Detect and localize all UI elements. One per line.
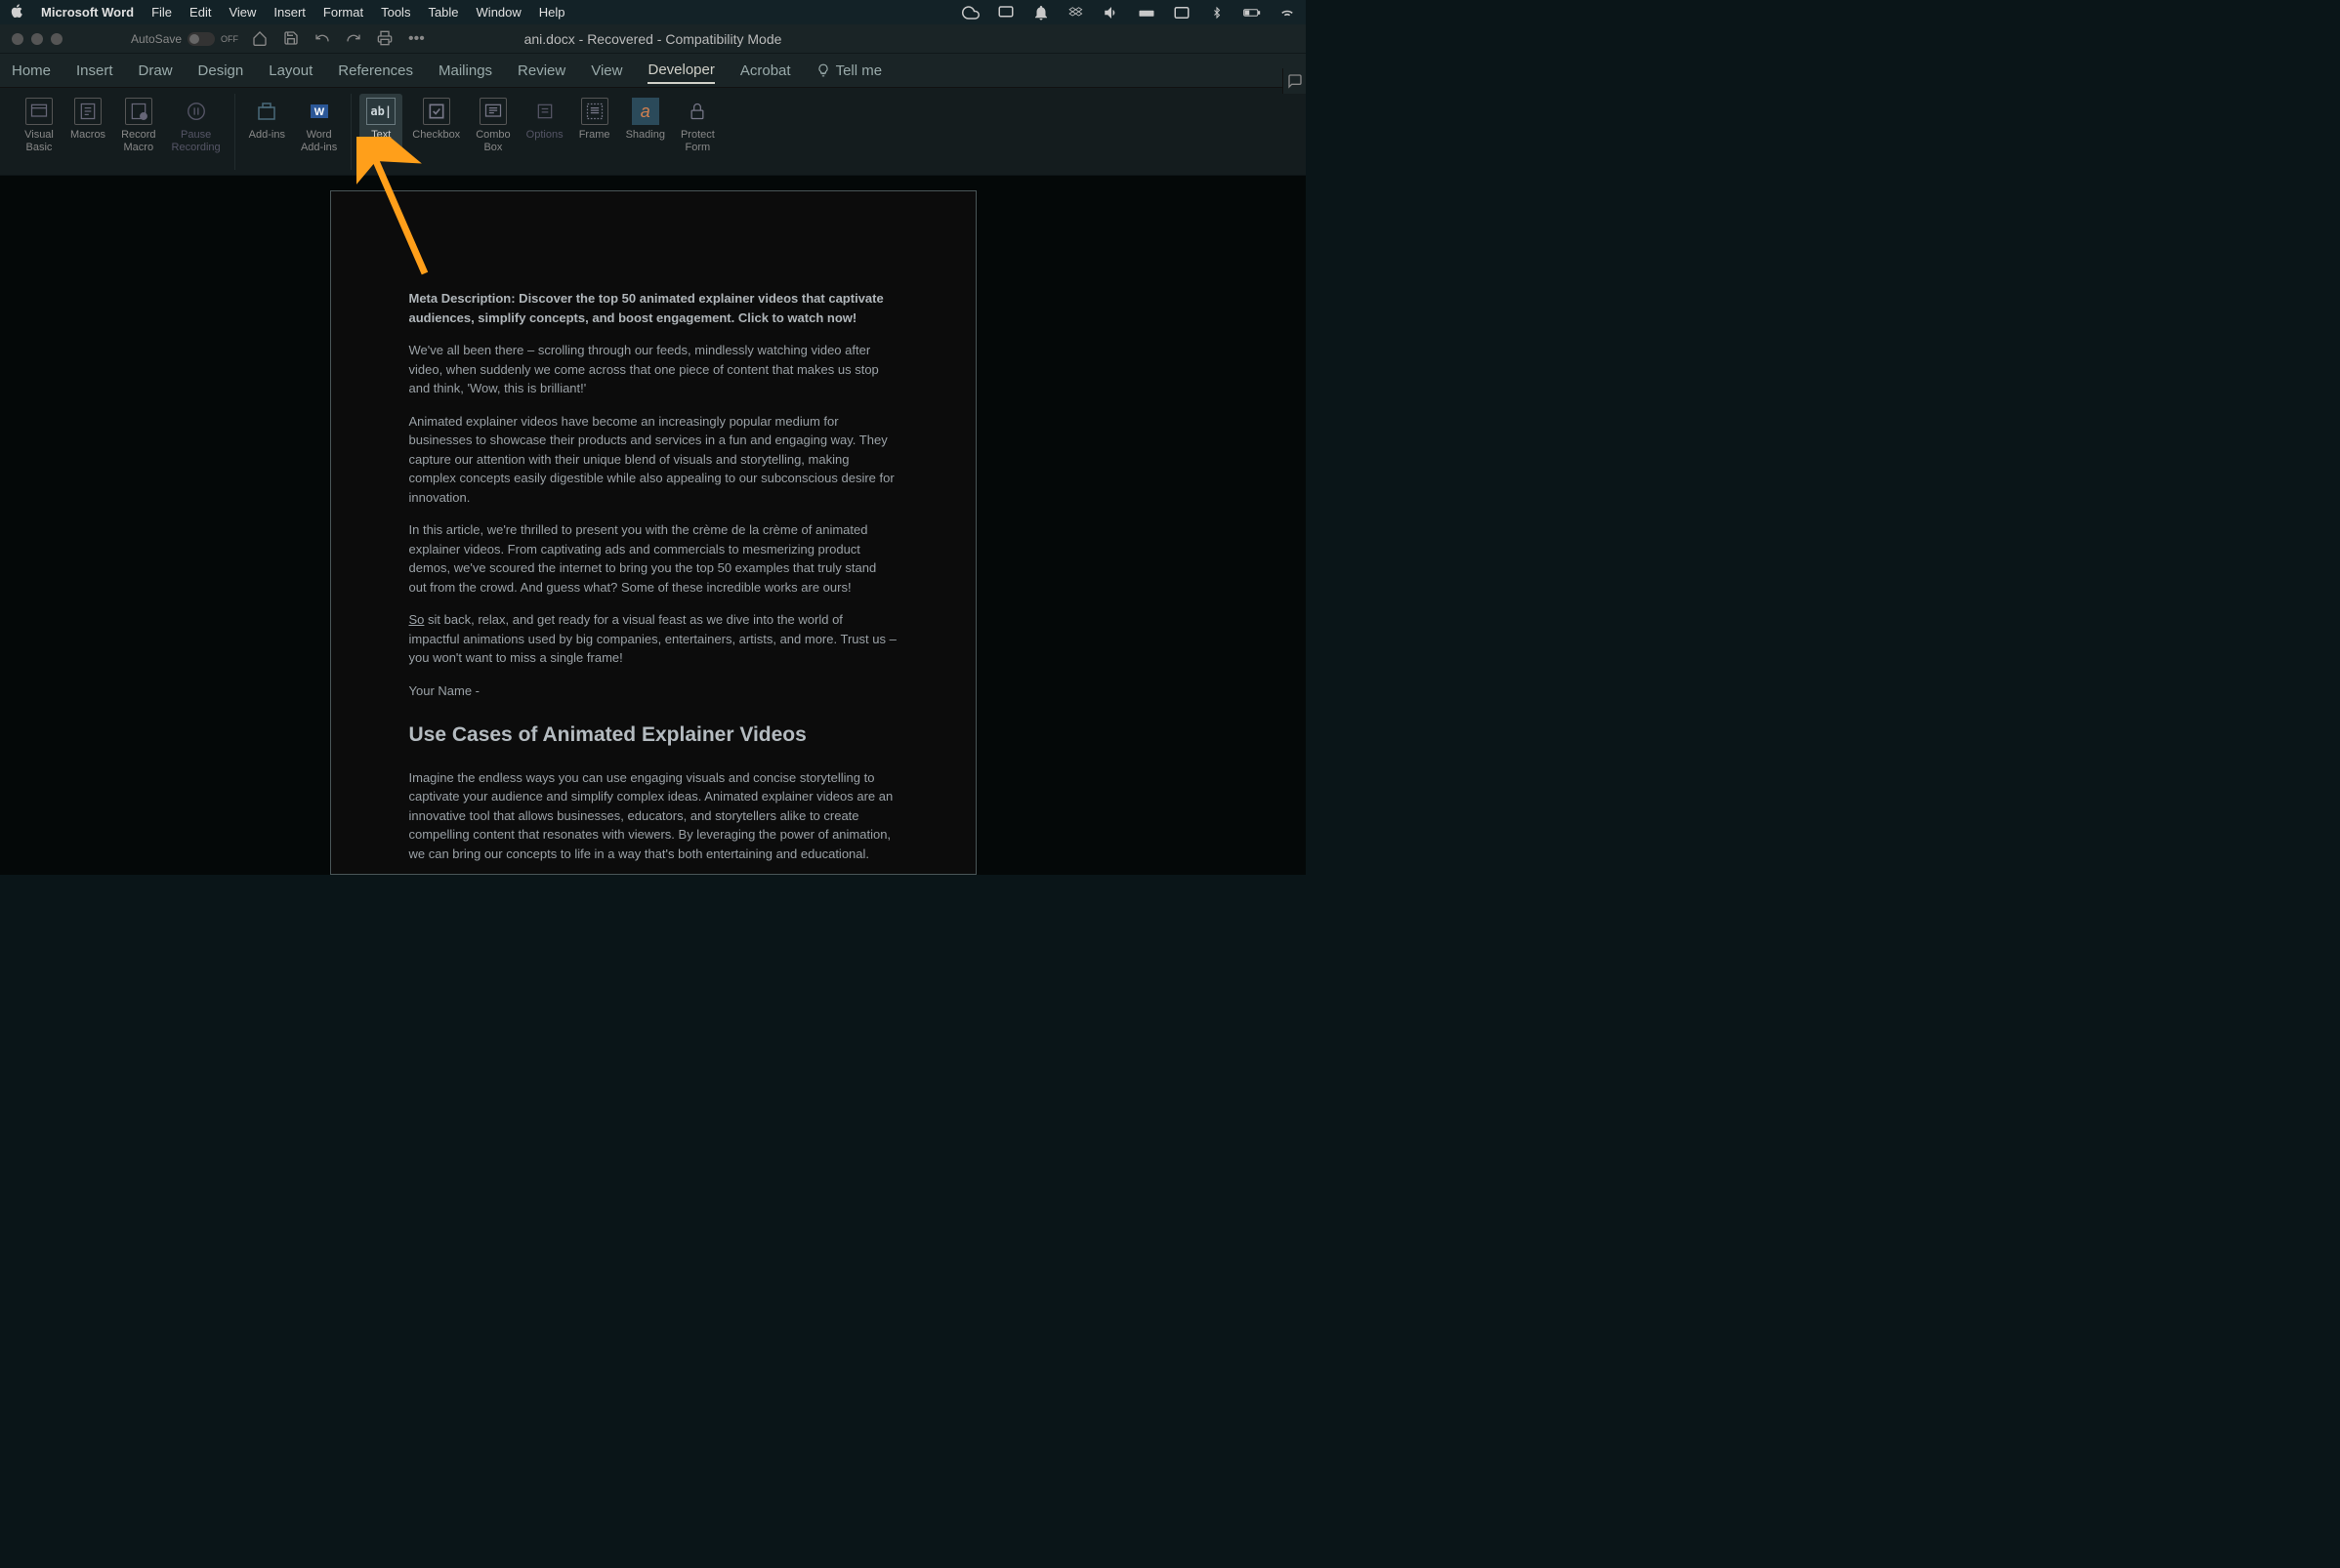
tab-acrobat[interactable]: Acrobat xyxy=(740,59,791,83)
comments-pane-button[interactable] xyxy=(1282,68,1306,94)
tab-view[interactable]: View xyxy=(591,59,622,83)
window-minimize[interactable] xyxy=(31,33,43,45)
menubar-app-name[interactable]: Microsoft Word xyxy=(41,5,134,20)
ribbon-word-addins[interactable]: W Word Add-ins xyxy=(295,94,343,158)
menubar-window[interactable]: Window xyxy=(477,5,522,20)
frame-icon xyxy=(581,98,608,125)
ribbon-options[interactable]: Options xyxy=(521,94,569,145)
tab-design[interactable]: Design xyxy=(198,59,244,83)
word-addins-icon: W xyxy=(306,98,333,125)
language-icon[interactable] xyxy=(1173,4,1191,21)
wifi-icon[interactable] xyxy=(1278,4,1296,21)
tab-layout[interactable]: Layout xyxy=(269,59,313,83)
ribbon-record-macro[interactable]: Record Macro xyxy=(115,94,161,158)
ribbon-tabs: Home Insert Draw Design Layout Reference… xyxy=(0,54,1306,88)
cloud-status-icon[interactable] xyxy=(962,4,980,21)
tab-mailings[interactable]: Mailings xyxy=(439,59,492,83)
menubar-table[interactable]: Table xyxy=(428,5,458,20)
window-zoom[interactable] xyxy=(51,33,63,45)
tab-home[interactable]: Home xyxy=(12,59,51,83)
menubar-format[interactable]: Format xyxy=(323,5,363,20)
tab-insert[interactable]: Insert xyxy=(76,59,113,83)
ribbon-pause-recording[interactable]: Pause Recording xyxy=(166,94,227,158)
svg-text:W: W xyxy=(313,106,324,118)
options-icon xyxy=(531,98,559,125)
autosave-state: OFF xyxy=(221,34,238,44)
meta-description: Meta Description: Discover the top 50 an… xyxy=(409,289,898,327)
tab-review[interactable]: Review xyxy=(518,59,565,83)
print-icon[interactable] xyxy=(377,30,395,48)
menubar-insert[interactable]: Insert xyxy=(273,5,306,20)
undo-icon[interactable] xyxy=(314,30,332,48)
ribbon-checkbox[interactable]: Checkbox xyxy=(406,94,466,145)
macros-icon xyxy=(74,98,102,125)
volume-icon[interactable] xyxy=(1103,4,1120,21)
ribbon-developer: Visual Basic Macros Record Macro Pause R… xyxy=(0,88,1306,176)
home-icon[interactable] xyxy=(252,30,270,48)
dropbox-icon[interactable] xyxy=(1067,4,1085,21)
macos-menubar: Microsoft Word File Edit View Insert For… xyxy=(0,0,1306,24)
ribbon-visual-basic[interactable]: Visual Basic xyxy=(18,94,61,158)
ribbon-macros[interactable]: Macros xyxy=(64,94,111,145)
save-icon[interactable] xyxy=(283,30,301,48)
menubar-edit[interactable]: Edit xyxy=(189,5,211,20)
lightbulb-icon xyxy=(816,63,830,77)
ribbon-combo-box[interactable]: Combo Box xyxy=(470,94,516,158)
window-title: ani.docx - Recovered - Compatibility Mod… xyxy=(524,31,782,47)
window-titlebar: AutoSave OFF ••• ani.docx - Recovered - … xyxy=(0,24,1306,54)
bluetooth-icon[interactable] xyxy=(1208,4,1226,21)
combo-box-icon xyxy=(480,98,507,125)
lock-icon xyxy=(684,98,711,125)
record-macro-icon xyxy=(125,98,152,125)
document-area[interactable]: Meta Description: Discover the top 50 an… xyxy=(0,176,1306,875)
window-close[interactable] xyxy=(12,33,23,45)
tab-developer[interactable]: Developer xyxy=(648,58,714,84)
ribbon-frame[interactable]: Frame xyxy=(573,94,616,145)
menubar-tools[interactable]: Tools xyxy=(381,5,410,20)
redo-icon[interactable] xyxy=(346,30,363,48)
paragraph-2: Animated explainer videos have become an… xyxy=(409,412,898,508)
visual-basic-icon xyxy=(25,98,53,125)
ribbon-text-box[interactable]: ab| Text Box xyxy=(359,94,402,158)
pause-recording-icon xyxy=(183,98,210,125)
document-page[interactable]: Meta Description: Discover the top 50 an… xyxy=(330,190,977,875)
shading-icon: a xyxy=(632,98,659,125)
notification-icon[interactable] xyxy=(1032,4,1050,21)
bed-icon[interactable] xyxy=(1138,4,1155,21)
tab-draw[interactable]: Draw xyxy=(139,59,173,83)
ribbon-protect-form[interactable]: Protect Form xyxy=(675,94,721,158)
battery-icon[interactable] xyxy=(1243,4,1261,21)
tab-references[interactable]: References xyxy=(338,59,413,83)
paragraph-4: So sit back, relax, and get ready for a … xyxy=(409,610,898,668)
ribbon-addins[interactable]: Add-ins xyxy=(243,94,291,145)
menubar-view[interactable]: View xyxy=(229,5,256,20)
comment-icon xyxy=(1287,73,1303,89)
text-box-icon: ab| xyxy=(366,98,396,125)
menubar-file[interactable]: File xyxy=(151,5,172,20)
more-icon[interactable]: ••• xyxy=(408,30,426,48)
your-name-line: Your Name - xyxy=(409,681,898,701)
checkbox-icon xyxy=(423,98,450,125)
section-heading: Use Cases of Animated Explainer Videos xyxy=(409,720,898,751)
paragraph-intro: We've all been there – scrolling through… xyxy=(409,341,898,398)
autosave-label: AutoSave xyxy=(131,32,182,46)
ribbon-shading[interactable]: a Shading xyxy=(620,94,671,145)
apple-icon[interactable] xyxy=(10,4,23,21)
paragraph-3: In this article, we're thrilled to prese… xyxy=(409,520,898,597)
paragraph-6: Imagine the endless ways you can use eng… xyxy=(409,768,898,864)
autosave-toggle[interactable] xyxy=(188,32,215,46)
tell-me[interactable]: Tell me xyxy=(816,62,883,79)
addins-icon xyxy=(253,98,280,125)
menubar-help[interactable]: Help xyxy=(539,5,565,20)
screen-share-icon[interactable] xyxy=(997,4,1015,21)
